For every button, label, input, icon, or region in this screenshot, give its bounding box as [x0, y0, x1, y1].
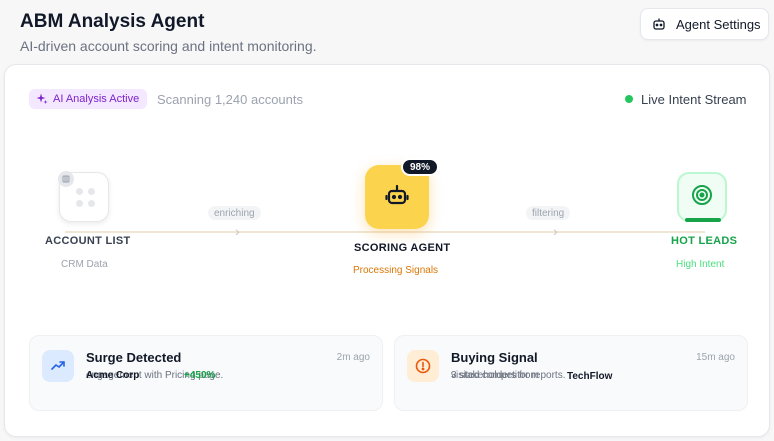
- grid-icon: [76, 188, 96, 208]
- signal-company: TechFlow: [567, 371, 613, 382]
- account-list-title: ACCOUNT LIST: [45, 235, 131, 247]
- score-badge: 98%: [401, 158, 440, 176]
- live-intent-stream-label: Live Intent Stream: [641, 92, 747, 107]
- hot-leads-node[interactable]: [677, 172, 727, 222]
- scoring-agent-sub: Processing Signals: [353, 265, 439, 276]
- chevron-right-icon: ›: [553, 223, 558, 239]
- hot-leads-sub: High Intent: [676, 259, 725, 270]
- analysis-panel: AI Analysis Active Scanning 1,240 accoun…: [4, 64, 770, 437]
- sparkle-icon: [36, 93, 48, 105]
- target-icon: [691, 184, 713, 211]
- agent-settings-button[interactable]: Agent Settings: [640, 8, 769, 40]
- agent-settings-label: Agent Settings: [676, 16, 761, 32]
- pipeline-line: [65, 231, 705, 233]
- chevron-right-icon: ›: [235, 223, 240, 239]
- database-icon: [58, 171, 74, 187]
- signal-time: 15m ago: [696, 352, 735, 363]
- enriching-pill: enriching: [208, 206, 261, 220]
- account-list-sub: CRM Data: [61, 259, 108, 270]
- signal-change: +450%: [184, 370, 216, 381]
- ai-status-badge: AI Analysis Active: [29, 89, 148, 109]
- ai-status-label: AI Analysis Active: [53, 93, 140, 105]
- signal-title: Buying Signal: [451, 350, 538, 365]
- account-list-node[interactable]: [58, 171, 109, 222]
- hot-leads-bar: [685, 218, 721, 222]
- signal-time: 2m ago: [336, 352, 370, 363]
- signal-title: Surge Detected: [86, 350, 182, 365]
- signal-card-surge[interactable]: Surge Detected 2m ago engagement with Pr…: [29, 335, 383, 411]
- live-indicator-dot: [625, 95, 633, 103]
- signal-company: Acme Corp: [86, 370, 140, 381]
- signal-description-extra: visited competitor reports.: [451, 370, 566, 381]
- trending-up-icon: [42, 350, 74, 382]
- scanning-status: Scanning 1,240 accounts: [157, 92, 303, 107]
- hot-leads-title: HOT LEADS: [671, 235, 738, 247]
- scoring-agent-title: SCORING AGENT: [354, 242, 451, 254]
- alert-circle-icon: [407, 350, 439, 382]
- robot-icon: [652, 17, 666, 31]
- page-subtitle: AI-driven account scoring and intent mon…: [20, 38, 317, 54]
- page-title: ABM Analysis Agent: [20, 11, 205, 32]
- signal-card-buying[interactable]: Buying Signal 15m ago 3 stakeholders fro…: [394, 335, 748, 411]
- filtering-pill: filtering: [526, 206, 571, 220]
- robot-icon: [384, 182, 410, 213]
